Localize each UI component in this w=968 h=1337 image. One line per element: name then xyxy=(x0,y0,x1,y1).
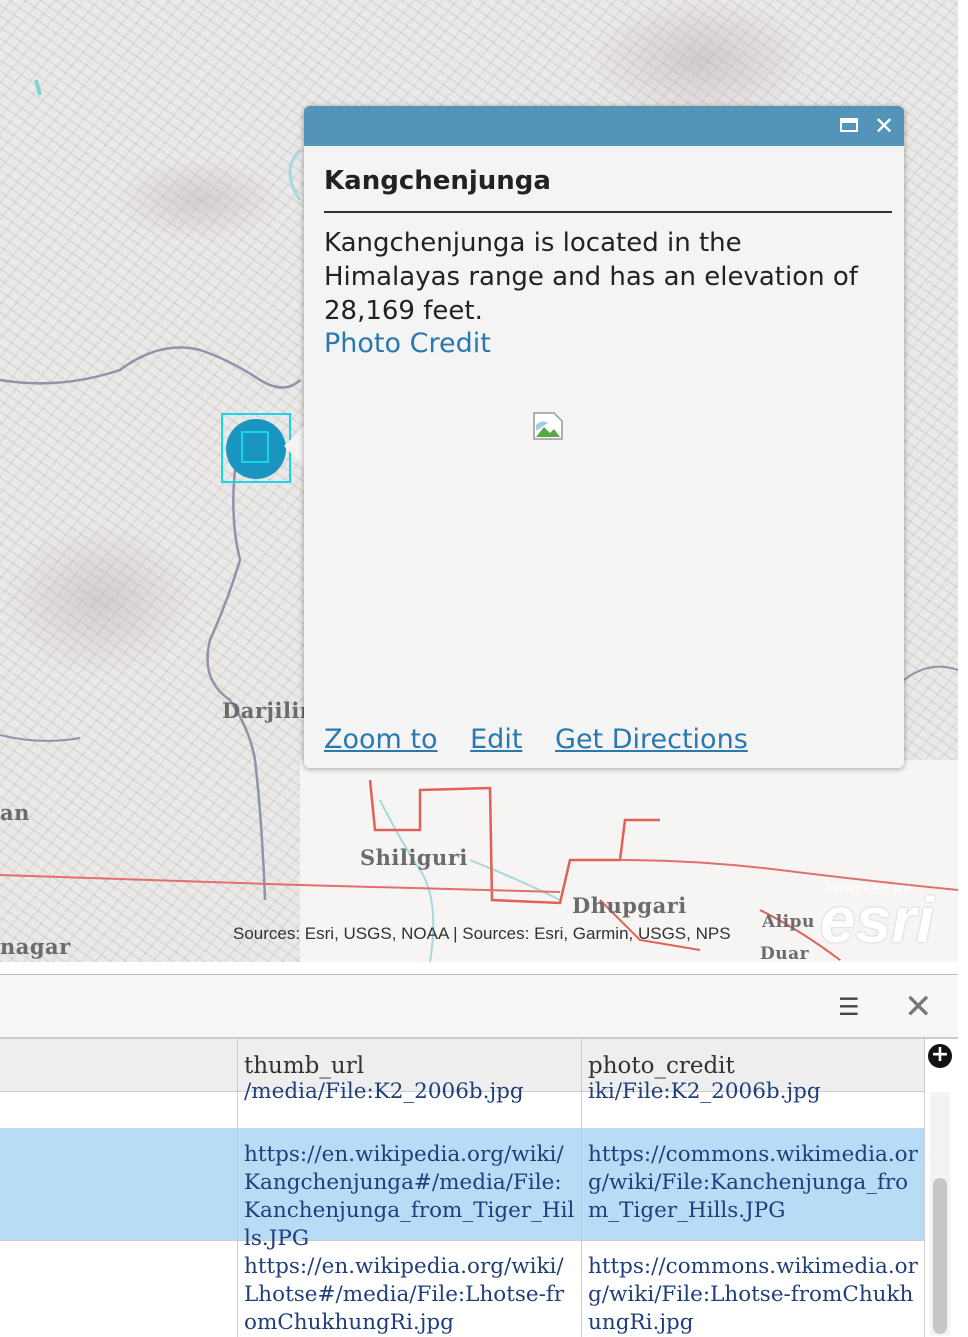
get-directions-link[interactable]: Get Directions xyxy=(555,724,748,755)
cell-photo-credit: https://commons.wikimedia.org/wiki/File:… xyxy=(582,1240,925,1337)
cell-blank xyxy=(0,1240,238,1337)
edit-link[interactable]: Edit xyxy=(470,724,522,755)
place-label-alipu: Alipu xyxy=(762,912,815,932)
popup-title: Kangchenjunga xyxy=(324,166,551,196)
attribute-table-panel: ☰ ✕ thumb_url photo_credit /media/File:K… xyxy=(0,974,958,1337)
place-label-shiliguri: Shiliguri xyxy=(360,845,468,870)
close-icon: ✕ xyxy=(873,112,895,140)
table-row-selected[interactable]: https://en.wikipedia.org/wiki/Kangchenju… xyxy=(0,1128,925,1251)
cell-photo-credit: https://commons.wikimedia.org/wiki/File:… xyxy=(582,1128,925,1240)
add-column-button[interactable]: + xyxy=(928,1044,952,1068)
place-label-darjiling: Darjilin xyxy=(222,698,316,723)
table-panel-header: ☰ ✕ xyxy=(0,975,958,1039)
maximize-icon xyxy=(840,118,858,132)
photo-credit-link[interactable]: Photo Credit xyxy=(324,328,491,359)
popup-description: Kangchenjunga is located in the Himalaya… xyxy=(324,228,858,326)
attribute-grid: thumb_url photo_credit /media/File:K2_20… xyxy=(0,1039,925,1337)
popup-close-button[interactable]: ✕ xyxy=(872,114,896,138)
feature-popup: ✕ Kangchenjunga Kangchenjunga is located… xyxy=(304,106,904,768)
cell-thumb-url: https://en.wikipedia.org/wiki/Lhotse#/me… xyxy=(238,1240,582,1337)
popup-pointer xyxy=(284,424,306,468)
esri-logo[interactable]: POWERED BY esri xyxy=(820,884,934,952)
broken-image-icon xyxy=(533,412,563,440)
place-label-partial-west: an xyxy=(0,800,30,825)
popup-actions: Zoom to Edit Get Directions xyxy=(324,724,772,755)
table-row[interactable]: /media/File:K2_2006b.jpg iki/File:K2_200… xyxy=(0,1074,925,1129)
table-close-icon[interactable]: ✕ xyxy=(904,987,933,1027)
table-scrollbar-thumb[interactable] xyxy=(933,1178,947,1334)
cell-thumb-url: /media/File:K2_2006b.jpg xyxy=(238,1074,582,1128)
popup-header: ✕ xyxy=(304,106,904,146)
place-label-dhupgari: Dhupgari xyxy=(572,893,687,918)
cell-thumb-url: https://en.wikipedia.org/wiki/Kangchenju… xyxy=(238,1128,582,1251)
cell-blank xyxy=(0,1128,238,1240)
title-divider xyxy=(324,211,892,213)
maximize-button[interactable] xyxy=(836,114,860,138)
map-attribution: Sources: Esri, USGS, NOAA | Sources: Esr… xyxy=(233,924,731,943)
column-header-blank[interactable] xyxy=(0,1039,238,1091)
powered-by-text: POWERED BY xyxy=(826,884,911,896)
menu-icon[interactable]: ☰ xyxy=(838,993,860,1021)
place-label-partial-nagar: nagar xyxy=(0,934,71,959)
cell-blank xyxy=(0,1092,238,1128)
zoom-to-link[interactable]: Zoom to xyxy=(324,724,438,755)
table-row[interactable]: https://en.wikipedia.org/wiki/Lhotse#/me… xyxy=(0,1240,925,1337)
marker-highlight-frame xyxy=(221,413,291,483)
place-label-duar: Duar xyxy=(760,944,810,962)
cell-photo-credit: iki/File:K2_2006b.jpg xyxy=(582,1074,925,1128)
